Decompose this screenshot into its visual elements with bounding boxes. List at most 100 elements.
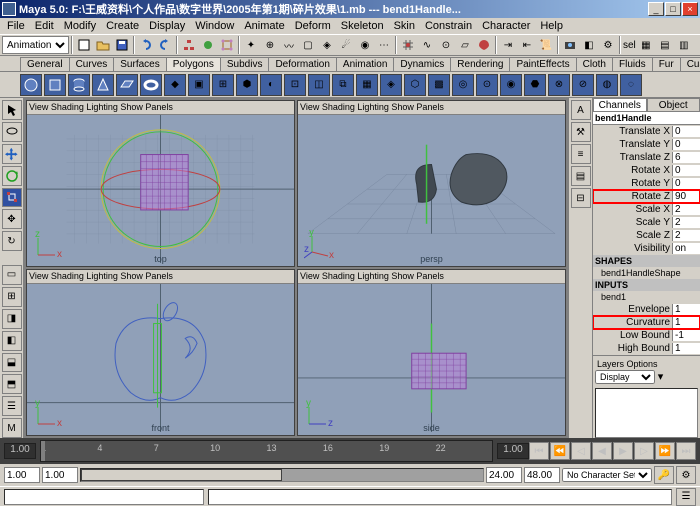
layout-d-icon[interactable]: ⬒ <box>2 374 22 394</box>
mask-surface-icon[interactable]: ▢ <box>299 36 317 54</box>
construction-history-icon[interactable]: 📜 <box>537 36 555 54</box>
attr-label[interactable]: Translate Z <box>593 152 672 163</box>
poly-tool-19-icon[interactable]: ◍ <box>596 74 618 96</box>
layer-editor-icon[interactable]: ▤ <box>571 166 591 186</box>
timeline-track[interactable]: 1471013161922 <box>40 440 493 462</box>
poly-tool-20-icon[interactable]: ◌ <box>620 74 642 96</box>
shelf-tab-animation[interactable]: Animation <box>336 57 394 71</box>
display-layer-select[interactable]: Display <box>595 370 655 384</box>
manip-tool-icon[interactable]: ✥ <box>2 209 22 229</box>
shelf-tab-surfaces[interactable]: Surfaces <box>113 57 166 71</box>
sel-component-icon[interactable] <box>218 36 236 54</box>
input-node[interactable]: bend1 <box>593 291 700 303</box>
poly-plane-icon[interactable] <box>116 74 138 96</box>
step-fwd-icon[interactable]: ⏩ <box>655 442 675 460</box>
menu-window[interactable]: Window <box>190 19 239 33</box>
quick-sel-b-icon[interactable]: ▤ <box>656 36 674 54</box>
poly-tool-18-icon[interactable]: ⊘ <box>572 74 594 96</box>
attr-label[interactable]: Rotate X <box>593 165 672 176</box>
channel-box-icon[interactable]: ≡ <box>571 144 591 164</box>
character-select[interactable]: No Character Set <box>562 468 652 482</box>
lasso-tool-icon[interactable] <box>2 122 22 142</box>
save-scene-icon[interactable] <box>113 36 131 54</box>
attr-label[interactable]: Scale X <box>593 204 672 215</box>
viewport-menu[interactable]: View Shading Lighting Show Panels <box>27 101 294 115</box>
layer-list[interactable] <box>595 388 698 438</box>
new-scene-icon[interactable] <box>75 36 93 54</box>
prefs-icon[interactable]: ⚙ <box>676 466 696 484</box>
mask-joint-icon[interactable]: ⊕ <box>261 36 279 54</box>
attribute-editor-icon[interactable]: A <box>571 100 591 120</box>
poly-tool-17-icon[interactable]: ⊗ <box>548 74 570 96</box>
snap-curve-icon[interactable]: ∿ <box>418 36 436 54</box>
poly-tool-16-icon[interactable]: ⬣ <box>524 74 546 96</box>
viewport-menu[interactable]: View Shading Lighting Show Panels <box>298 270 565 284</box>
poly-tool-8-icon[interactable]: ⧉ <box>332 74 354 96</box>
viewport-menu[interactable]: View Shading Lighting Show Panels <box>27 270 294 284</box>
menu-help[interactable]: Help <box>535 19 568 33</box>
redo-icon[interactable] <box>156 36 174 54</box>
mask-misc-icon[interactable]: ⋯ <box>375 36 393 54</box>
outliner-icon[interactable]: ☰ <box>2 396 22 416</box>
menu-create[interactable]: Create <box>101 19 144 33</box>
shelf-tab-subdivs[interactable]: Subdivs <box>220 57 270 71</box>
attr-label[interactable]: Low Bound <box>593 330 672 341</box>
shelf-tab-fur[interactable]: Fur <box>652 57 681 71</box>
attr-value[interactable]: 1 <box>672 304 700 315</box>
poly-tool-7-icon[interactable]: ◫ <box>308 74 330 96</box>
ipr-render-icon[interactable]: ◧ <box>580 36 598 54</box>
attr-value[interactable]: 2 <box>672 217 700 228</box>
mask-render-icon[interactable]: ◉ <box>356 36 374 54</box>
attr-value[interactable]: -1 <box>672 330 700 341</box>
attr-label[interactable]: Curvature <box>593 317 672 328</box>
shelf-tab-dynamics[interactable]: Dynamics <box>393 57 451 71</box>
viewport-front[interactable]: View Shading Lighting Show Panels yx fro… <box>26 269 295 436</box>
quick-sel-c-icon[interactable]: ▥ <box>675 36 693 54</box>
move-tool-icon[interactable] <box>2 144 22 164</box>
attr-value[interactable]: 0 <box>672 178 700 189</box>
attr-label[interactable]: Envelope <box>593 304 672 315</box>
time-slider[interactable]: 1.00 1471013161922 1.00 ⏮ ⏪ ◁ ◀ ▶ ▷ ⏩ ⏭ <box>0 438 700 464</box>
shelf-tab-custom[interactable]: Custom <box>680 57 700 71</box>
sel-hierarchy-icon[interactable] <box>180 36 198 54</box>
attr-label[interactable]: Rotate Y <box>593 178 672 189</box>
attr-value[interactable]: 0 <box>672 165 700 176</box>
menu-skeleton[interactable]: Skeleton <box>336 19 389 33</box>
mode-selector[interactable]: Animation <box>2 36 69 54</box>
single-pane-icon[interactable]: ▭ <box>2 265 22 285</box>
auto-key-icon[interactable]: 🔑 <box>654 466 674 484</box>
poly-tool-11-icon[interactable]: ⬡ <box>404 74 426 96</box>
rewind-icon[interactable]: ⏮ <box>529 442 549 460</box>
quick-sel-a-icon[interactable]: ▦ <box>637 36 655 54</box>
next-key-icon[interactable]: ▷ <box>634 442 654 460</box>
shelf-tab-rendering[interactable]: Rendering <box>450 57 510 71</box>
poly-tool-9-icon[interactable]: ▦ <box>356 74 378 96</box>
current-frame-field[interactable]: 1.00 <box>4 443 36 459</box>
object-tab[interactable]: Object <box>647 98 700 112</box>
mask-curve-icon[interactable]: 〰 <box>280 36 298 54</box>
attr-value[interactable]: 0 <box>672 126 700 137</box>
range-start-field[interactable] <box>4 467 40 483</box>
viewport-menu[interactable]: View Shading Lighting Show Panels <box>298 101 565 115</box>
poly-tool-4-icon[interactable]: ⬢ <box>236 74 258 96</box>
shelf-tab-deformation[interactable]: Deformation <box>268 57 336 71</box>
menu-file[interactable]: File <box>2 19 30 33</box>
range-handle[interactable] <box>81 469 282 481</box>
viewport-top[interactable]: View Shading Lighting Show Panels zx top <box>26 100 295 267</box>
attr-label[interactable]: Rotate Z <box>593 191 672 202</box>
poly-tool-2-icon[interactable]: ▣ <box>188 74 210 96</box>
poly-tool-5-icon[interactable]: ◐ <box>260 74 282 96</box>
shelf-tab-curves[interactable]: Curves <box>69 57 115 71</box>
menu-skin[interactable]: Skin <box>389 19 420 33</box>
snap-grid-icon[interactable] <box>399 36 417 54</box>
fast-fwd-icon[interactable]: ⏭ <box>676 442 696 460</box>
attr-label[interactable]: High Bound <box>593 343 672 354</box>
mel-input[interactable] <box>4 489 204 505</box>
poly-tool-13-icon[interactable]: ◎ <box>452 74 474 96</box>
script-icon[interactable]: M <box>2 418 22 438</box>
menu-modify[interactable]: Modify <box>59 19 101 33</box>
attr-label[interactable]: Translate X <box>593 126 672 137</box>
range-end-field[interactable] <box>524 467 560 483</box>
open-scene-icon[interactable] <box>94 36 112 54</box>
attr-value[interactable]: 2 <box>672 204 700 215</box>
